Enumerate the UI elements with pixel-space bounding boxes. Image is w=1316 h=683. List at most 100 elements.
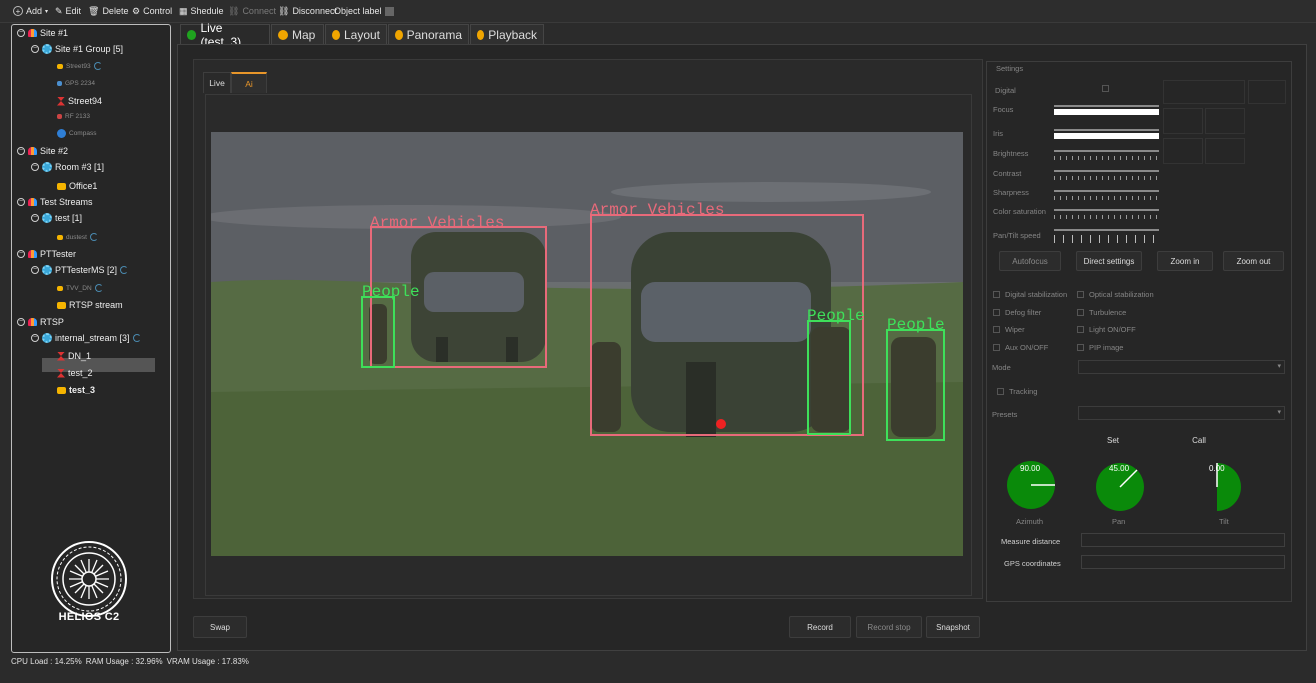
contrast-slider[interactable] [1054, 170, 1159, 182]
optical-stab-checkbox[interactable] [1077, 291, 1084, 298]
mode-select[interactable]: ▾ [1078, 360, 1285, 374]
tree-node-street94[interactable]: Street94 [57, 94, 102, 108]
detection-overlay: Armor Vehicles Armor Vehicles People Peo… [211, 132, 963, 556]
pan-tilt-speed-slider[interactable] [1054, 229, 1159, 243]
hourglass-icon [57, 96, 65, 106]
tree-node-site1[interactable]: − Site #1 [17, 26, 68, 40]
chevron-down-icon: ▾ [1277, 409, 1281, 416]
helicopter-right [631, 232, 831, 437]
tab-map[interactable]: Map [271, 24, 324, 44]
status-dot-icon [278, 29, 288, 40]
color-saturation-label: Color saturation [993, 207, 1046, 216]
ptz-pad-top[interactable] [1163, 80, 1245, 104]
camera-video-feed[interactable]: Armor Vehicles Armor Vehicles People Peo… [211, 132, 963, 556]
tab-live[interactable]: Live (test_3) [180, 21, 270, 49]
tree-node-test-group[interactable]: − test [1] [31, 211, 82, 225]
digital-checkbox[interactable] [1102, 85, 1109, 92]
ptz-pad-corner[interactable] [1248, 80, 1286, 104]
tab-playback[interactable]: Playback [470, 24, 544, 44]
color-saturation-slider[interactable] [1054, 209, 1159, 221]
focus-slider[interactable] [1054, 105, 1159, 117]
brightness-slider[interactable] [1054, 150, 1159, 162]
tree-node-compass[interactable]: Compass [57, 126, 96, 140]
tree-node-street93[interactable]: Street93 [57, 59, 102, 73]
camera-icon [57, 182, 66, 190]
ptz-pad-left[interactable] [1163, 108, 1203, 134]
subtab-ai[interactable]: Ai [231, 72, 267, 93]
aux-checkbox[interactable] [993, 344, 1000, 351]
control-label: Control [143, 6, 173, 16]
tab-panorama[interactable]: Panorama [388, 24, 469, 44]
tree-node-office1[interactable]: Office1 [57, 179, 97, 193]
schedule-button[interactable]: ▦ Shedule [179, 4, 224, 18]
site-icon [28, 147, 37, 155]
status-dot-icon [395, 29, 403, 40]
collapse-icon: − [17, 147, 25, 155]
zoom-out-button[interactable]: Zoom out [1223, 251, 1284, 271]
tree-node-room3[interactable]: − Room #3 [1] [31, 160, 104, 174]
tree-node-rtsp[interactable]: − RTSP [17, 315, 64, 329]
record-button[interactable]: Record [789, 616, 851, 638]
mode-label: Mode [992, 363, 1011, 372]
tree-node-pttester[interactable]: − PTTester [17, 247, 76, 261]
wiper-checkbox[interactable] [993, 326, 1000, 333]
tab-layout[interactable]: Layout [325, 24, 387, 44]
tree-node-dn1[interactable]: DN_1 [57, 349, 91, 363]
pencil-icon: ✎ [55, 5, 63, 16]
focus-label: Focus [993, 105, 1014, 114]
tree-node-test2[interactable]: test_2 [57, 366, 93, 380]
turbulence-checkbox[interactable] [1077, 309, 1084, 316]
sharpness-slider[interactable] [1054, 190, 1159, 202]
defog-checkbox[interactable] [993, 309, 1000, 316]
tree-node-pttesterms[interactable]: − PTTesterMS [2] [31, 263, 129, 277]
tree-node-site2[interactable]: − Site #2 [17, 144, 68, 158]
control-button[interactable]: ⚙ Control [132, 4, 172, 18]
pip-checkbox[interactable] [1077, 344, 1084, 351]
armor-label-2: Armor Vehicles [590, 201, 724, 219]
delete-button[interactable]: 🗑 Delete [88, 4, 128, 18]
subtab-live[interactable]: Live [203, 72, 231, 93]
measure-distance-field[interactable] [1081, 533, 1285, 547]
tree-label: test_3 [69, 385, 96, 395]
swap-button[interactable]: Swap [193, 616, 247, 638]
zoom-in-button[interactable]: Zoom in [1157, 251, 1213, 271]
tree-label: DN_1 [68, 351, 92, 361]
light-checkbox[interactable] [1077, 326, 1084, 333]
ptz-pad-bottom-right[interactable] [1205, 138, 1245, 164]
iris-slider[interactable] [1054, 129, 1159, 141]
add-button[interactable]: + Add ▾ [13, 4, 48, 18]
snapshot-button[interactable]: Snapshot [926, 616, 980, 638]
loading-spinner-icon [89, 233, 98, 241]
tree-node-test3[interactable]: test_3 [57, 383, 95, 397]
digital-stab-checkbox[interactable] [993, 291, 1000, 298]
tree-node-rf2133[interactable]: RF 2133 [57, 109, 90, 123]
red-light [716, 419, 726, 429]
disconnect-label: Disconnect [292, 6, 337, 16]
tree-label: Test Streams [40, 197, 93, 207]
direct-settings-button[interactable]: Direct settings [1076, 251, 1142, 271]
tree-node-rtsp-stream[interactable]: RTSP stream [57, 298, 123, 312]
object-label-toggle[interactable]: Object label [334, 4, 394, 18]
preset-set-button[interactable]: Set [1080, 430, 1146, 450]
tree-node-test-streams[interactable]: − Test Streams [17, 195, 93, 209]
presets-select[interactable]: ▾ [1078, 406, 1285, 420]
tree-node-dustest[interactable]: dustest [57, 230, 98, 244]
gps-coordinates-field[interactable] [1081, 555, 1285, 569]
record-stop-button[interactable]: Record stop [856, 616, 922, 638]
disconnect-button[interactable]: ⛓ Disconnect [278, 4, 337, 18]
tab-label: Panorama [406, 27, 462, 42]
camera-icon [57, 234, 63, 240]
group-gear-icon [42, 333, 52, 343]
tree-node-site1-group[interactable]: − Site #1 Group [5] [31, 42, 123, 56]
tree-node-tvv-dn[interactable]: TVV_DN [57, 281, 103, 295]
tree-label: test [1] [55, 213, 83, 223]
preset-call-button[interactable]: Call [1166, 430, 1232, 450]
edit-button[interactable]: ✎ Edit [55, 4, 81, 18]
tree-node-internal-stream[interactable]: − internal_stream [3] [31, 331, 141, 345]
connect-button[interactable]: ⛓ Connect [228, 4, 276, 18]
tree-node-gps2234[interactable]: GPS 2234 [57, 76, 95, 90]
ptz-pad-bottom-left[interactable] [1163, 138, 1203, 164]
tracking-checkbox[interactable] [997, 388, 1004, 395]
ptz-pad-right[interactable] [1205, 108, 1245, 134]
autofocus-button[interactable]: Autofocus [999, 251, 1061, 271]
